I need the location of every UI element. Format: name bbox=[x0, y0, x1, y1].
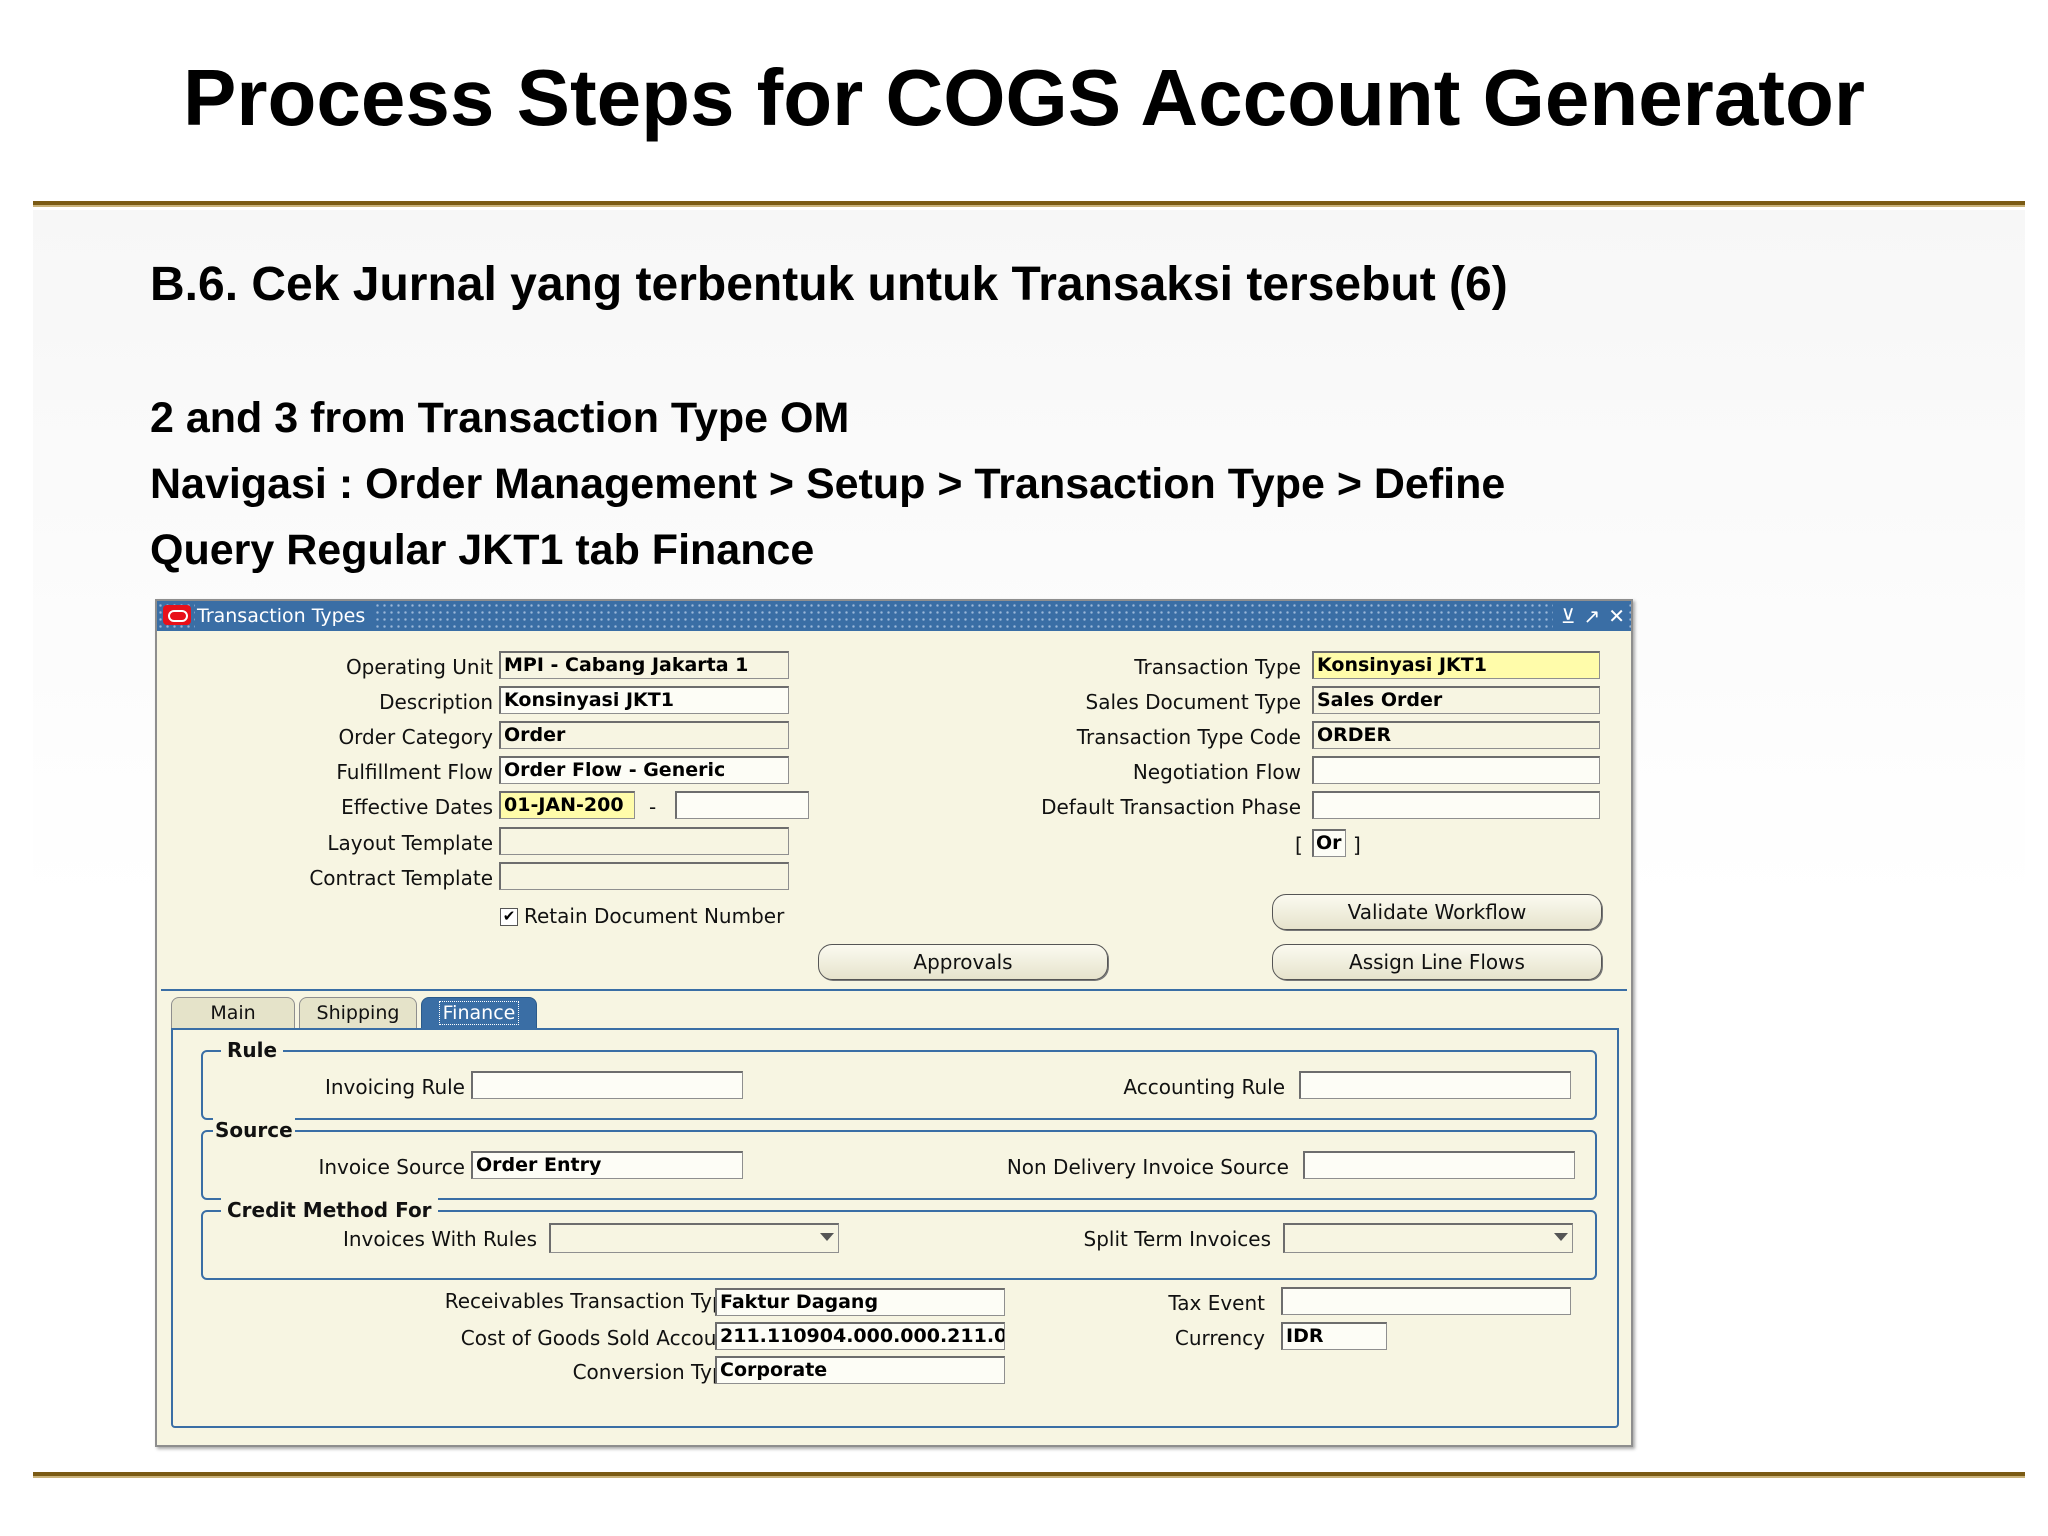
validate-workflow-button[interactable]: Validate Workflow bbox=[1272, 894, 1602, 930]
close-icon[interactable]: ✕ bbox=[1608, 601, 1625, 631]
oracle-logo-icon bbox=[163, 605, 191, 625]
operating-unit-label: Operating Unit bbox=[345, 655, 493, 679]
window-titlebar[interactable]: Transaction Types ⊻ ↗ ✕ bbox=[157, 601, 1631, 631]
conversion-type-label: Conversion Type bbox=[572, 1360, 737, 1384]
retain-document-number-checkbox[interactable]: ✔ bbox=[500, 908, 518, 926]
layout-template-field[interactable] bbox=[499, 827, 789, 855]
bottom-divider bbox=[33, 1472, 2025, 1476]
invoices-with-rules-label: Invoices With Rules bbox=[342, 1227, 537, 1251]
negotiation-flow-field[interactable] bbox=[1312, 756, 1600, 784]
flex-bracket-open: [ bbox=[1295, 833, 1303, 857]
default-transaction-phase-label: Default Transaction Phase bbox=[1041, 795, 1301, 819]
effective-date-to-field[interactable] bbox=[675, 791, 809, 819]
currency-field[interactable]: IDR bbox=[1281, 1322, 1387, 1350]
non-delivery-invoice-source-field[interactable] bbox=[1303, 1151, 1575, 1179]
invoice-source-label: Invoice Source bbox=[318, 1155, 465, 1179]
sales-document-type-label: Sales Document Type bbox=[1085, 690, 1302, 714]
chevron-down-icon bbox=[1554, 1233, 1568, 1241]
minimize-icon[interactable]: ⊻ bbox=[1561, 601, 1576, 631]
negotiation-flow-label: Negotiation Flow bbox=[1132, 760, 1301, 784]
order-category-field[interactable]: Order bbox=[499, 721, 789, 749]
receivables-transaction-type-field[interactable]: Faktur Dagang bbox=[715, 1288, 1005, 1316]
maximize-icon[interactable]: ↗ bbox=[1583, 601, 1600, 631]
non-delivery-invoice-source-label: Non Delivery Invoice Source bbox=[1006, 1155, 1289, 1179]
transaction-type-field[interactable]: Konsinyasi JKT1 bbox=[1312, 651, 1600, 679]
effective-dates-label: Effective Dates bbox=[341, 795, 493, 819]
effective-dates-separator: - bbox=[649, 795, 657, 819]
cogs-account-field[interactable]: 211.110904.000.000.211.0 bbox=[715, 1322, 1005, 1350]
transaction-type-code-field[interactable]: ORDER bbox=[1312, 721, 1600, 749]
fulfillment-flow-label: Fulfillment Flow bbox=[336, 760, 493, 784]
transaction-type-code-label: Transaction Type Code bbox=[1076, 725, 1301, 749]
split-term-invoices-select[interactable] bbox=[1283, 1223, 1573, 1253]
slide-title: Process Steps for COGS Account Generator bbox=[183, 53, 1865, 142]
slide-line-3: Query Regular JKT1 tab Finance bbox=[150, 526, 815, 574]
approvals-button[interactable]: Approvals bbox=[818, 944, 1108, 980]
assign-line-flows-button[interactable]: Assign Line Flows bbox=[1272, 944, 1602, 980]
flex-bracket-close: ] bbox=[1353, 833, 1361, 857]
tax-event-field[interactable] bbox=[1281, 1287, 1571, 1315]
tab-main[interactable]: Main bbox=[171, 997, 295, 1029]
top-divider bbox=[33, 201, 2025, 205]
layout-template-label: Layout Template bbox=[327, 831, 493, 855]
invoices-with-rules-select[interactable] bbox=[549, 1223, 839, 1253]
split-term-invoices-label: Split Term Invoices bbox=[1083, 1227, 1271, 1251]
description-label: Description bbox=[379, 690, 493, 714]
invoice-source-field[interactable]: Order Entry bbox=[471, 1151, 743, 1179]
currency-label: Currency bbox=[1174, 1326, 1265, 1350]
accounting-rule-label: Accounting Rule bbox=[1123, 1075, 1285, 1099]
tab-finance[interactable]: Finance bbox=[421, 997, 537, 1029]
descriptive-flexfield[interactable]: Or bbox=[1312, 829, 1346, 857]
cogs-account-label: Cost of Goods Sold Account bbox=[460, 1326, 737, 1350]
rule-group-title: Rule bbox=[221, 1038, 284, 1062]
contract-template-field[interactable] bbox=[499, 862, 789, 890]
receivables-transaction-type-label: Receivables Transaction Type bbox=[444, 1289, 737, 1313]
slide-line-1: 2 and 3 from Transaction Type OM bbox=[150, 394, 850, 442]
credit-method-group-title: Credit Method For bbox=[221, 1198, 438, 1222]
effective-date-from-field[interactable]: 01-JAN-200 bbox=[499, 791, 635, 819]
tab-divider bbox=[161, 989, 1627, 991]
invoicing-rule-label: Invoicing Rule bbox=[324, 1075, 465, 1099]
sales-document-type-field[interactable]: Sales Order bbox=[1312, 686, 1600, 714]
retain-document-number-label: Retain Document Number bbox=[524, 904, 785, 928]
transaction-types-window: Transaction Types ⊻ ↗ ✕ Operating Unit M… bbox=[155, 599, 1633, 1447]
tab-finance-label: Finance bbox=[438, 1001, 520, 1025]
chevron-down-icon bbox=[820, 1233, 834, 1241]
finance-tab-panel: Rule Invoicing Rule Accounting Rule Sour… bbox=[171, 1028, 1619, 1428]
window-controls: ⊻ ↗ ✕ bbox=[1552, 601, 1625, 631]
order-category-label: Order Category bbox=[338, 725, 493, 749]
tab-shipping[interactable]: Shipping bbox=[299, 997, 417, 1029]
conversion-type-field[interactable]: Corporate bbox=[715, 1356, 1005, 1384]
invoicing-rule-field[interactable] bbox=[471, 1071, 743, 1099]
default-transaction-phase-field[interactable] bbox=[1312, 791, 1600, 819]
fulfillment-flow-field[interactable]: Order Flow - Generic bbox=[499, 756, 789, 784]
tax-event-label: Tax Event bbox=[1168, 1291, 1265, 1315]
slide-line-2: Navigasi : Order Management > Setup > Tr… bbox=[150, 460, 1506, 508]
window-title: Transaction Types bbox=[195, 601, 374, 631]
slide-heading: B.6. Cek Jurnal yang terbentuk untuk Tra… bbox=[150, 258, 1508, 311]
source-group-title: Source bbox=[213, 1118, 295, 1142]
description-field[interactable]: Konsinyasi JKT1 bbox=[499, 686, 789, 714]
accounting-rule-field[interactable] bbox=[1299, 1071, 1571, 1099]
transaction-type-label: Transaction Type bbox=[1134, 655, 1301, 679]
operating-unit-field[interactable]: MPI - Cabang Jakarta 1 bbox=[499, 651, 789, 679]
contract-template-label: Contract Template bbox=[309, 866, 493, 890]
